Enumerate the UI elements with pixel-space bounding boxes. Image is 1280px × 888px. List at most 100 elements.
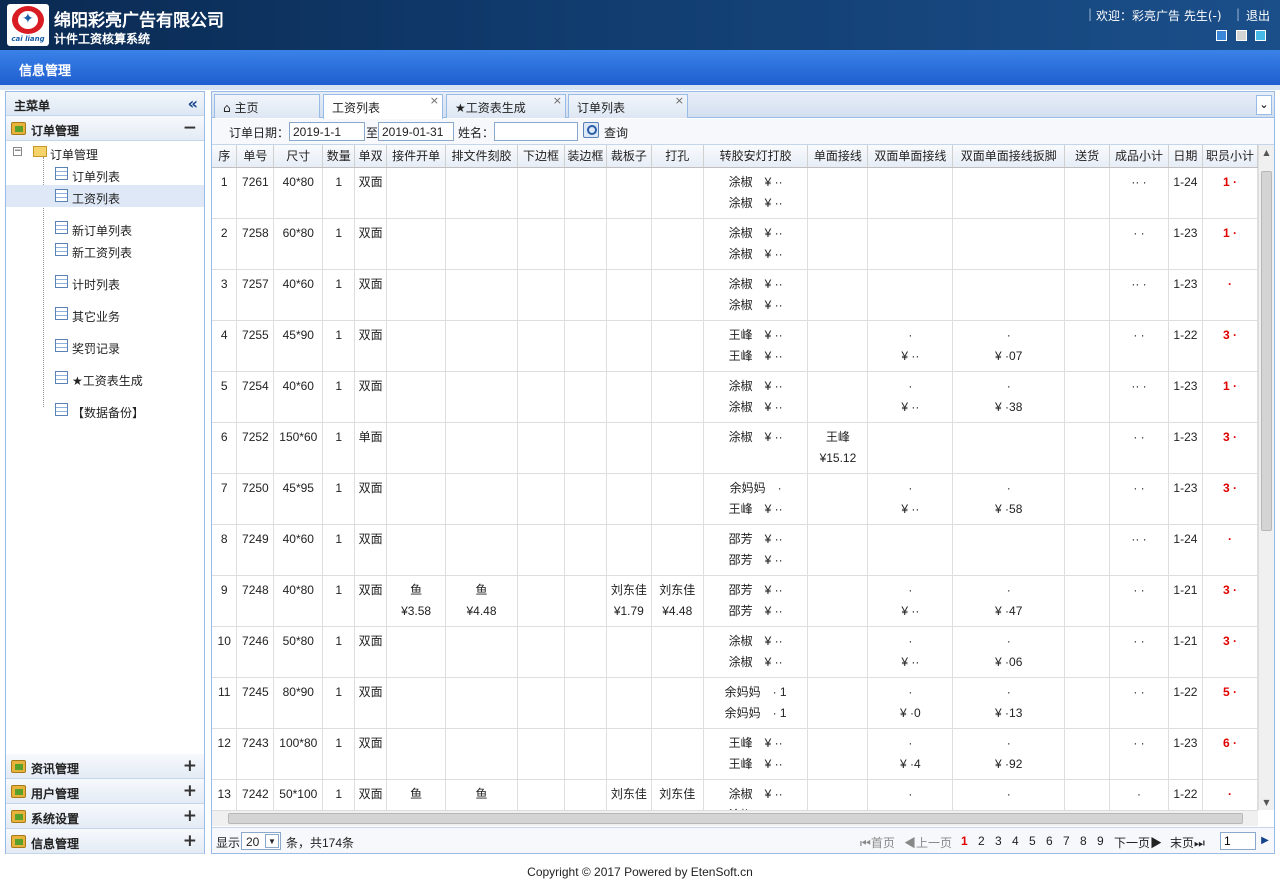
column-header[interactable]: 送货	[1064, 145, 1111, 168]
expand-icon[interactable]: +	[183, 806, 197, 826]
page-link[interactable]: 1	[961, 834, 968, 848]
table-row[interactable]: 7 7250 45*95 1 双面 余妈妈 · 王峰 ¥ ·· · ¥ ·· · ¥ ·58 · · 1…	[212, 473, 1258, 525]
date-to-input[interactable]	[378, 122, 454, 141]
table-cell: 40*60	[273, 524, 324, 576]
table-row[interactable]: 1 7261 40*80 1 双面 涂椒 ¥ ·· 涂椒 ¥ ·· ·· · 1-24 1 ·	[212, 167, 1258, 219]
sidebar-item-order-list[interactable]: 订单列表	[6, 163, 204, 185]
column-header[interactable]: 成品小计	[1109, 145, 1169, 168]
table-row[interactable]: 3 7257 40*60 1 双面 涂椒 ¥ ·· 涂椒 ¥ ·· ·· · 1-23 ·	[212, 269, 1258, 321]
collapse-icon[interactable]: −	[183, 118, 197, 138]
table-cell	[807, 218, 869, 270]
scroll-thumb[interactable]	[1261, 171, 1272, 531]
tree-root[interactable]: − 订单管理	[6, 141, 204, 163]
table-cell: 50*80	[273, 626, 324, 678]
goto-page-input[interactable]	[1220, 832, 1256, 850]
sidebar-item-salary-generate[interactable]: ★工资表生成	[6, 367, 204, 389]
column-header[interactable]: 排文件刻胶	[445, 145, 518, 168]
tab-order-list[interactable]: 订单列表 ×	[568, 94, 688, 118]
close-icon[interactable]: ×	[430, 94, 439, 107]
column-header[interactable]: 转胶安灯打胶	[703, 145, 809, 168]
scroll-up-icon[interactable]: ▲	[1261, 147, 1272, 158]
accordion-system-settings[interactable]: 系统设置 +	[6, 804, 204, 829]
tab-salary-list[interactable]: 工资列表 ×	[323, 94, 443, 119]
accordion-order-management[interactable]: 订单管理 −	[6, 116, 204, 141]
name-input[interactable]	[494, 122, 578, 141]
sidebar-item-salary-list[interactable]: 工资列表	[6, 185, 204, 207]
column-header[interactable]: 裁板子	[606, 145, 652, 168]
column-header[interactable]: 日期	[1168, 145, 1203, 168]
date-from-input[interactable]	[289, 122, 365, 141]
page-link[interactable]: 7	[1063, 834, 1070, 848]
table-row[interactable]: 8 7249 40*60 1 双面 邵芳 ¥ ·· 邵芳 ¥ ·· ·· · 1-24 ·	[212, 524, 1258, 576]
page-link[interactable]: 8	[1080, 834, 1087, 848]
page-link[interactable]: 2	[978, 834, 985, 848]
table-row[interactable]: 4 7255 45*90 1 双面 王峰 ¥ ·· 王峰 ¥ ·· · ¥ ·· · ¥ ·07 · …	[212, 320, 1258, 372]
sidebar-item-data-backup[interactable]: 【数据备份】	[6, 399, 204, 421]
column-header[interactable]: 尺寸	[273, 145, 324, 168]
table-row[interactable]: 10 7246 50*80 1 双面 涂椒 ¥ ·· 涂椒 ¥ ·· · ¥ ·· · ¥ ·06 ·…	[212, 626, 1258, 678]
column-header[interactable]: 单号	[236, 145, 275, 168]
search-icon[interactable]	[583, 122, 599, 138]
column-header[interactable]: 装边框	[564, 145, 607, 168]
next-page-button[interactable]: 下一页▶	[1114, 834, 1162, 851]
collapse-sidebar-icon[interactable]: «	[188, 94, 198, 113]
theme-lightblue-button[interactable]	[1255, 30, 1266, 41]
expand-icon[interactable]: +	[183, 831, 197, 851]
column-header[interactable]: 接件开单	[386, 145, 447, 168]
table-row[interactable]: 13724250*1001双面鱼¥5.60鱼¥7.00 刘东佳¥2.80刘东佳¥7…	[212, 779, 1258, 810]
page-size-select[interactable]: 20 ▼	[241, 832, 281, 850]
column-header[interactable]: 双面单面接线	[867, 145, 954, 168]
table-row[interactable]: 12 7243 100*80 1 双面 王峰 ¥ ·· 王峰 ¥ ·· · ¥ ·4 · ¥ ·92…	[212, 728, 1258, 780]
horizontal-scrollbar[interactable]	[212, 810, 1258, 826]
tab-salary-generate[interactable]: ★工资表生成 ×	[446, 94, 566, 118]
table-cell	[807, 677, 869, 729]
accordion-info-management[interactable]: 信息管理 +	[6, 829, 204, 854]
column-header[interactable]: 单面接线	[807, 145, 869, 168]
page-link[interactable]: 9	[1097, 834, 1104, 848]
scroll-thumb[interactable]	[228, 813, 1243, 824]
theme-blue-button[interactable]	[1216, 30, 1227, 41]
expand-icon[interactable]: +	[183, 756, 197, 776]
sidebar-item-rewards[interactable]: 奖罚记录	[6, 335, 204, 357]
table-cell: 鱼¥7.00	[445, 779, 518, 810]
query-button[interactable]: 查询	[604, 124, 628, 141]
page-link[interactable]: 6	[1046, 834, 1053, 848]
last-page-button[interactable]: 末页⏭	[1170, 834, 1205, 851]
tree-collapse-icon[interactable]: −	[13, 147, 22, 156]
theme-gray-button[interactable]	[1236, 30, 1247, 41]
accordion-user-management[interactable]: 用户管理 +	[6, 779, 204, 804]
table-row[interactable]: 6 7252 150*60 1 单面 涂椒 ¥ ·· 王峰 ¥15.12 · · 1-23 3 ·	[212, 422, 1258, 474]
sidebar-item-new-salary-list[interactable]: 新工资列表	[6, 239, 204, 261]
scroll-down-icon[interactable]: ▼	[1261, 797, 1272, 808]
column-header[interactable]: 序	[212, 145, 238, 168]
sidebar-item-timesheet[interactable]: 计时列表	[6, 271, 204, 293]
tab-menu-chevron-icon[interactable]: ⌄	[1256, 95, 1272, 115]
go-icon[interactable]: ▶	[1258, 832, 1272, 850]
vertical-scrollbar[interactable]: ▲ ▼	[1258, 145, 1274, 810]
column-header[interactable]: 双面单面接线扳脚	[952, 145, 1066, 168]
tab-home[interactable]: ⌂ 主页	[214, 94, 320, 118]
page-link[interactable]: 5	[1029, 834, 1036, 848]
column-header[interactable]: 单双	[354, 145, 388, 168]
table-row[interactable]: 2 7258 60*80 1 双面 涂椒 ¥ ·· 涂椒 ¥ ·· · · 1-23 1 ·	[212, 218, 1258, 270]
sidebar-item-new-order-list[interactable]: 新订单列表	[6, 217, 204, 239]
accordion-news-management[interactable]: 资讯管理 +	[6, 754, 204, 779]
close-icon[interactable]: ×	[553, 94, 562, 107]
chevron-down-icon[interactable]: ▼	[265, 834, 279, 848]
sidebar-item-other-business[interactable]: 其它业务	[6, 303, 204, 325]
table-row[interactable]: 11 7245 80*90 1 双面 余妈妈 · 1 余妈妈 · 1 · ¥ ·0 · ¥ ·13 ·…	[212, 677, 1258, 729]
close-icon[interactable]: ×	[675, 94, 684, 107]
column-header[interactable]: 下边框	[517, 145, 565, 168]
table-row[interactable]: 5 7254 40*60 1 双面 涂椒 ¥ ·· 涂椒 ¥ ·· · ¥ ·· · ¥ ·38 ··…	[212, 371, 1258, 423]
page-link[interactable]: 3	[995, 834, 1002, 848]
table-row[interactable]: 9 7248 40*80 1 双面鱼 ¥3.58 鱼 ¥4.48 刘东佳 ¥1.79 刘东佳 ¥4.4…	[212, 575, 1258, 627]
logout-link[interactable]: 退出	[1246, 7, 1270, 24]
page-link[interactable]: 4	[1012, 834, 1019, 848]
first-page-button[interactable]: ⏮首页	[860, 834, 895, 851]
column-header[interactable]: 数量	[322, 145, 356, 168]
table-cell: 双面	[354, 626, 388, 678]
expand-icon[interactable]: +	[183, 781, 197, 801]
column-header[interactable]: 职员小计	[1202, 145, 1258, 168]
prev-page-button[interactable]: ◀上一页	[904, 834, 952, 851]
column-header[interactable]: 打孔	[651, 145, 704, 168]
